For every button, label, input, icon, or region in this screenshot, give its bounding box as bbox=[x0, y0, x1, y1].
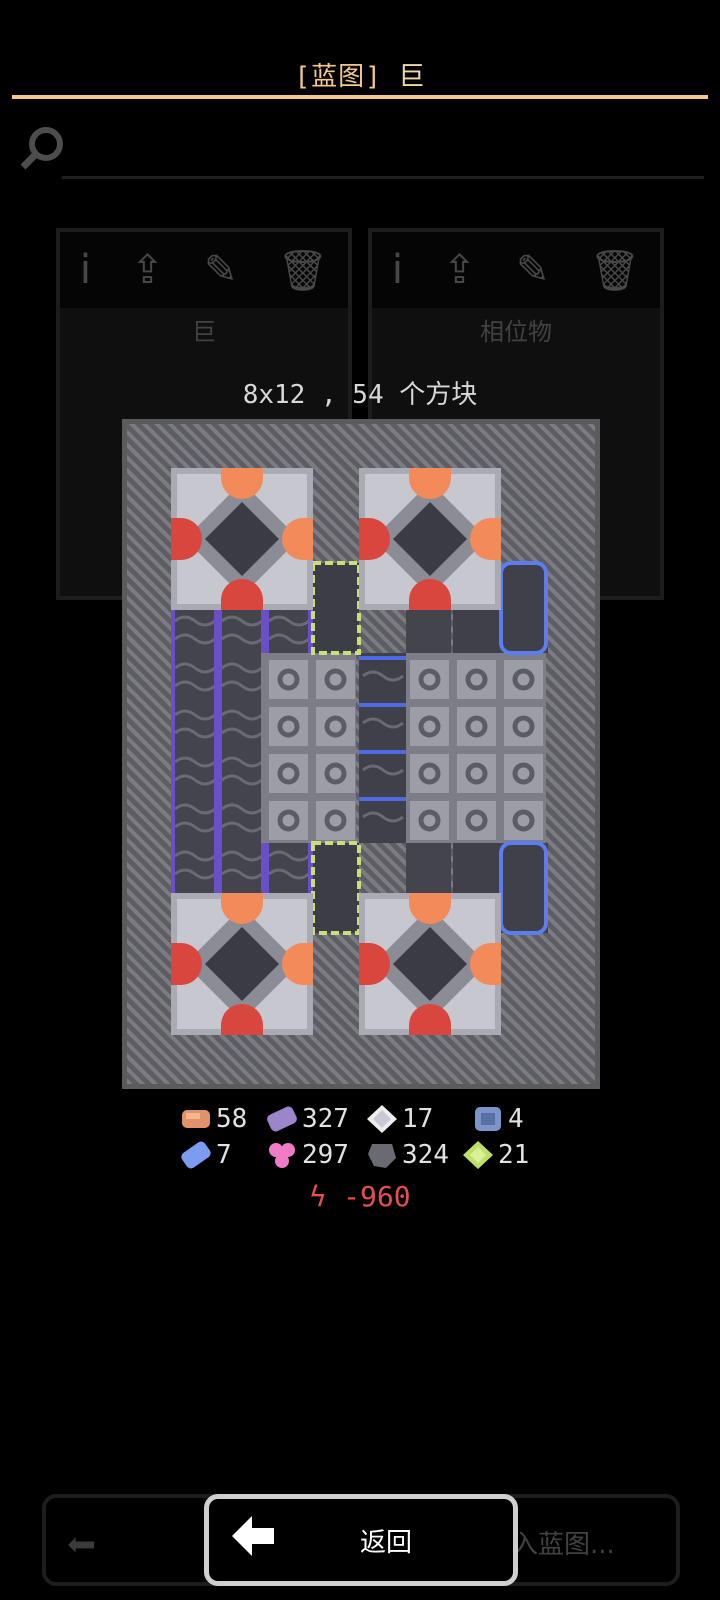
info-icon[interactable]: i bbox=[392, 247, 403, 293]
blueprint-grid bbox=[171, 468, 548, 1035]
resource-value: 17 bbox=[402, 1104, 434, 1134]
blueprint-size-label: 8x12 , 54 个方块 bbox=[242, 380, 478, 410]
resource-value: 21 bbox=[498, 1140, 530, 1170]
upload-icon[interactable]: ⇪ bbox=[443, 247, 477, 293]
delete-icon[interactable]: 🗑 bbox=[589, 247, 640, 294]
resource-spore-pod: 297 bbox=[266, 1138, 349, 1172]
surge-alloy-icon bbox=[463, 1141, 493, 1169]
resource-surge-alloy: 21 bbox=[462, 1138, 529, 1172]
edit-icon[interactable]: ✎ bbox=[516, 247, 550, 293]
title-divider bbox=[12, 95, 708, 99]
upload-icon[interactable]: ⇪ bbox=[131, 247, 165, 293]
copper-icon bbox=[182, 1110, 210, 1128]
blueprint-card-name: 相位物 bbox=[480, 318, 552, 346]
power-usage: ϟ -960 bbox=[0, 1180, 720, 1213]
page-title: [蓝图] 巨 bbox=[0, 56, 720, 93]
lightning-icon: ϟ bbox=[309, 1180, 327, 1213]
blueprint-card-name: 巨 bbox=[192, 318, 216, 346]
resource-copper: 58 bbox=[180, 1102, 247, 1136]
info-icon[interactable]: i bbox=[80, 247, 91, 293]
metaglass-icon bbox=[367, 1105, 397, 1133]
resource-lead: 324 bbox=[366, 1138, 449, 1172]
plastanium-icon bbox=[181, 1141, 211, 1169]
edit-icon[interactable]: ✎ bbox=[204, 247, 238, 293]
blueprint-preview bbox=[122, 419, 600, 1089]
resource-value: 324 bbox=[402, 1140, 449, 1170]
resource-value: 4 bbox=[508, 1104, 524, 1134]
spore-pod-icon bbox=[269, 1143, 295, 1168]
import-blueprint-label: 入蓝图... bbox=[512, 1530, 615, 1560]
phase-fabric-icon bbox=[267, 1106, 297, 1132]
resource-plastanium: 7 bbox=[180, 1138, 232, 1172]
arrow-left-icon: ⬅ bbox=[66, 1516, 97, 1574]
search-icon[interactable] bbox=[18, 124, 68, 174]
search-input[interactable] bbox=[62, 176, 704, 179]
resource-value: 7 bbox=[216, 1140, 232, 1170]
resource-metaglass: 17 bbox=[366, 1102, 433, 1136]
resource-value: 297 bbox=[302, 1140, 349, 1170]
arrow-left-icon bbox=[232, 1516, 274, 1556]
delete-icon[interactable]: 🗑 bbox=[277, 247, 328, 294]
titanium-icon bbox=[475, 1107, 501, 1131]
back-button-label: 返回 bbox=[360, 1528, 413, 1558]
resource-value: 327 bbox=[302, 1104, 349, 1134]
resource-value: 58 bbox=[216, 1104, 248, 1134]
title-name: 巨 bbox=[398, 62, 426, 92]
power-value: -960 bbox=[343, 1180, 411, 1213]
resource-phase-fabric: 327 bbox=[266, 1102, 349, 1136]
title-bracket: [蓝图] bbox=[294, 62, 382, 92]
lead-icon bbox=[368, 1144, 396, 1168]
resource-titanium: 4 bbox=[472, 1102, 524, 1136]
